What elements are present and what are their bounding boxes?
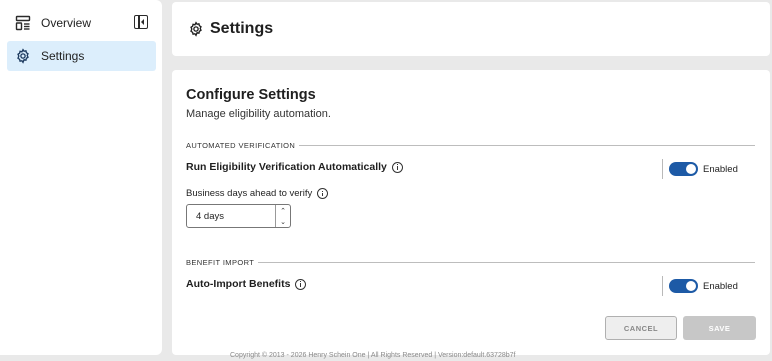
info-icon[interactable] — [391, 161, 403, 173]
page-header: Settings — [172, 2, 770, 56]
setting-run-eligibility-verification: Run Eligibility Verification Automatical… — [186, 161, 403, 173]
toggle-run-eligibility-verification[interactable]: Enabled — [662, 159, 738, 179]
field-label-text: Business days ahead to verify — [186, 188, 313, 199]
setting-auto-import-benefits: Auto-Import Benefits — [186, 278, 307, 290]
toggle-auto-import-benefits[interactable]: Enabled — [662, 276, 738, 296]
section-title: Configure Settings — [186, 87, 316, 103]
gear-icon — [15, 48, 31, 64]
divider — [258, 262, 755, 263]
toggle-state-label: Enabled — [703, 280, 738, 292]
cancel-button[interactable]: CANCEL — [605, 316, 677, 340]
toggle-switch[interactable] — [669, 162, 698, 176]
gear-icon — [188, 21, 204, 37]
business-days-stepper[interactable]: 4 days ⌃ ⌄ — [186, 204, 291, 228]
dashboard-layout-icon — [15, 15, 31, 31]
sidebar-item-label: Settings — [41, 49, 85, 63]
section-subtitle: Manage eligibility automation. — [186, 108, 331, 120]
stepper-value: 4 days — [196, 210, 224, 222]
info-icon[interactable] — [295, 278, 307, 290]
divider — [299, 145, 755, 146]
setting-label: Run Eligibility Verification Automatical… — [186, 161, 387, 173]
sidebar-collapse-icon[interactable] — [134, 15, 148, 29]
toggle-switch[interactable] — [669, 279, 698, 293]
chevron-up-icon[interactable]: ⌃ — [280, 207, 286, 215]
sidebar-item-settings[interactable]: Settings — [7, 41, 156, 71]
toggle-state-label: Enabled — [703, 163, 738, 175]
chevron-down-icon[interactable]: ⌄ — [280, 218, 286, 226]
footer-copyright: Copyright © 2013 - 2026 Henry Schein One… — [230, 352, 516, 359]
group-label-text: BENEFIT IMPORT — [186, 258, 255, 267]
settings-card: Configure Settings Manage eligibility au… — [172, 70, 770, 355]
info-icon[interactable] — [317, 188, 329, 199]
save-button[interactable]: SAVE — [683, 316, 756, 340]
setting-label: Auto-Import Benefits — [186, 278, 291, 290]
page-title: Settings — [210, 20, 274, 37]
sidebar: Overview Settings — [0, 0, 162, 355]
group-label-text: AUTOMATED VERIFICATION — [186, 141, 296, 150]
sidebar-item-label: Overview — [41, 16, 92, 30]
field-label-business-days: Business days ahead to verify — [186, 188, 329, 199]
stepper-buttons: ⌃ ⌄ — [275, 205, 290, 227]
group-label-automated-verification: AUTOMATED VERIFICATION — [186, 141, 755, 150]
group-label-benefit-import: BENEFIT IMPORT — [186, 258, 755, 267]
